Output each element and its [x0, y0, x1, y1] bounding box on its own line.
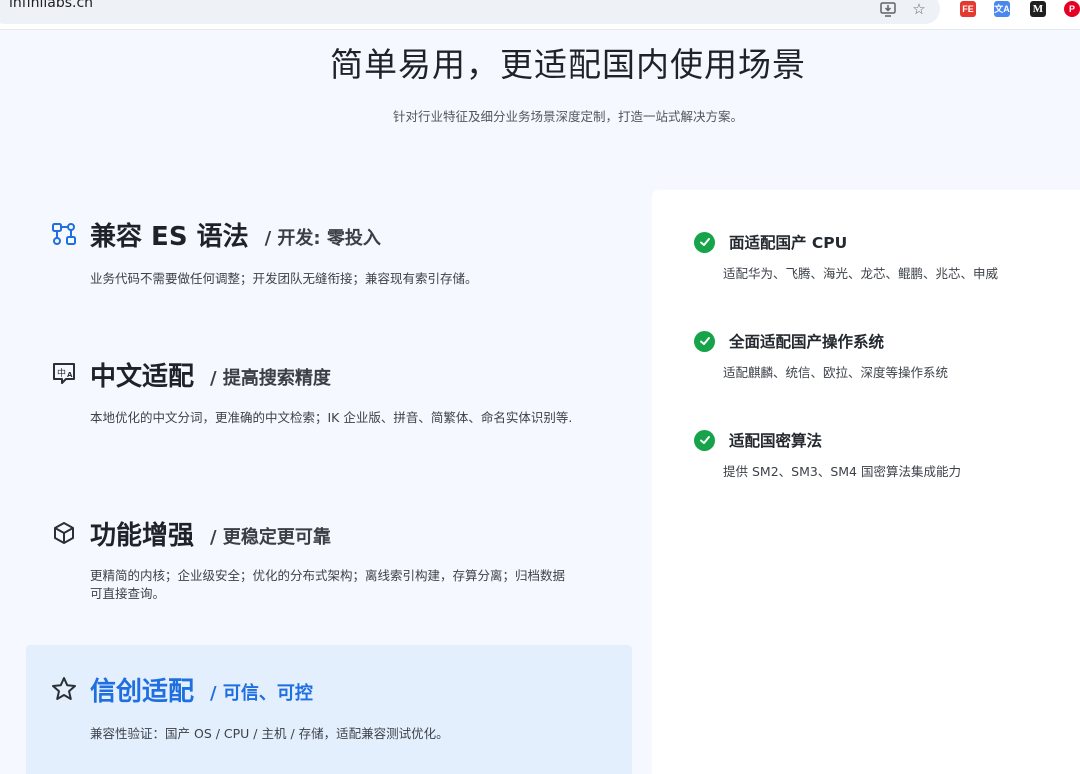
install-app-icon[interactable]: [879, 0, 897, 18]
feature-title: 兼容 ES 语法: [90, 221, 249, 252]
feature-tag: / 提高搜索精度: [210, 368, 331, 389]
page-title: 简单易用，更适配国内使用场景: [330, 45, 806, 84]
adapt-title: 全面适配国产操作系统: [729, 333, 885, 351]
check-circle-icon: [694, 429, 715, 451]
feature-desc: 业务代码不需要做任何调整；开发团队无缝衔接；兼容现有索引存储。: [90, 271, 478, 286]
adapt-item-crypto: 适配国密算法 提供 SM2、SM3、SM4 国密算法集成能力: [694, 429, 1074, 480]
extension-fe-icon[interactable]: FE: [960, 1, 976, 17]
feature-tag: / 开发: 零投入: [264, 228, 381, 249]
feature-xinchuang[interactable]: 信创适配 / 可信、可控 兼容性验证：国产 OS / CPU / 主机 / 存储…: [26, 645, 632, 774]
api-nodes-icon: [50, 220, 78, 248]
address-bar[interactable]: infinilabs.cn: [0, 0, 940, 24]
feature-title: 信创适配: [90, 676, 195, 707]
feature-desc: 兼容性验证：国产 OS / CPU / 主机 / 存储，适配兼容测试优化。: [90, 726, 449, 741]
extension-translate-icon[interactable]: 文A: [994, 1, 1010, 17]
check-circle-icon: [694, 330, 715, 352]
feature-title: 中文适配: [90, 361, 195, 392]
adapt-item-cpu: 面适配国产 CPU 适配华为、飞腾、海光、龙芯、鲲鹏、兆芯、申威: [694, 231, 1074, 282]
extension-m-icon[interactable]: M: [1030, 1, 1046, 17]
feature-title: 功能增强: [90, 520, 195, 551]
page-subtitle: 针对行业特征及细分业务场景深度定制，打造一站式解决方案。: [392, 109, 743, 124]
adapt-desc: 适配麒麟、统信、欧拉、深度等操作系统: [723, 365, 949, 380]
feature-es-compat[interactable]: 兼容 ES 语法 / 开发: 零投入 业务代码不需要做任何调整；开发团队无缝衔接…: [26, 214, 632, 304]
chinese-lang-icon: 中A: [50, 360, 78, 388]
svg-text:中: 中: [57, 367, 66, 379]
feature-enhanced[interactable]: 功能增强 / 更稳定更可靠 更精简的内核；企业级安全；优化的分布式架构；离线索引…: [26, 513, 632, 613]
adaptation-panel: 面适配国产 CPU 适配华为、飞腾、海光、龙芯、鲲鹏、兆芯、申威 全面适配国产操…: [652, 190, 1080, 774]
feature-tag: / 可信、可控: [210, 683, 313, 704]
bookmark-star-icon[interactable]: ☆: [910, 0, 928, 18]
browser-toolbar: infinilabs.cn ☆ FE 文A M P: [0, 0, 1080, 30]
feature-desc: 本地优化的中文分词，更准确的中文检索；IK 企业版、拼音、简繁体、命名实体识别等…: [90, 410, 573, 425]
feature-chinese[interactable]: 中A 中文适配 / 提高搜索精度 本地优化的中文分词，更准确的中文检索；IK 企…: [26, 354, 632, 454]
adapt-title: 面适配国产 CPU: [729, 234, 848, 252]
extension-pinterest-icon[interactable]: P: [1064, 1, 1080, 17]
adapt-desc: 提供 SM2、SM3、SM4 国密算法集成能力: [723, 464, 961, 479]
adapt-item-os: 全面适配国产操作系统 适配麒麟、统信、欧拉、深度等操作系统: [694, 330, 1074, 381]
star-outline-icon: [50, 675, 78, 703]
adapt-desc: 适配华为、飞腾、海光、龙芯、鲲鹏、兆芯、申威: [723, 266, 999, 281]
adapt-title: 适配国密算法: [729, 432, 823, 450]
check-circle-icon: [694, 231, 715, 253]
svg-text:A: A: [67, 371, 73, 379]
url-text[interactable]: infinilabs.cn: [9, 0, 93, 12]
feature-desc: 更精简的内核；企业级安全；优化的分布式架构；离线索引构建，存算分离；归档数据可直…: [90, 568, 566, 601]
feature-tag: / 更稳定更可靠: [210, 527, 331, 548]
cube-icon: [50, 519, 78, 547]
